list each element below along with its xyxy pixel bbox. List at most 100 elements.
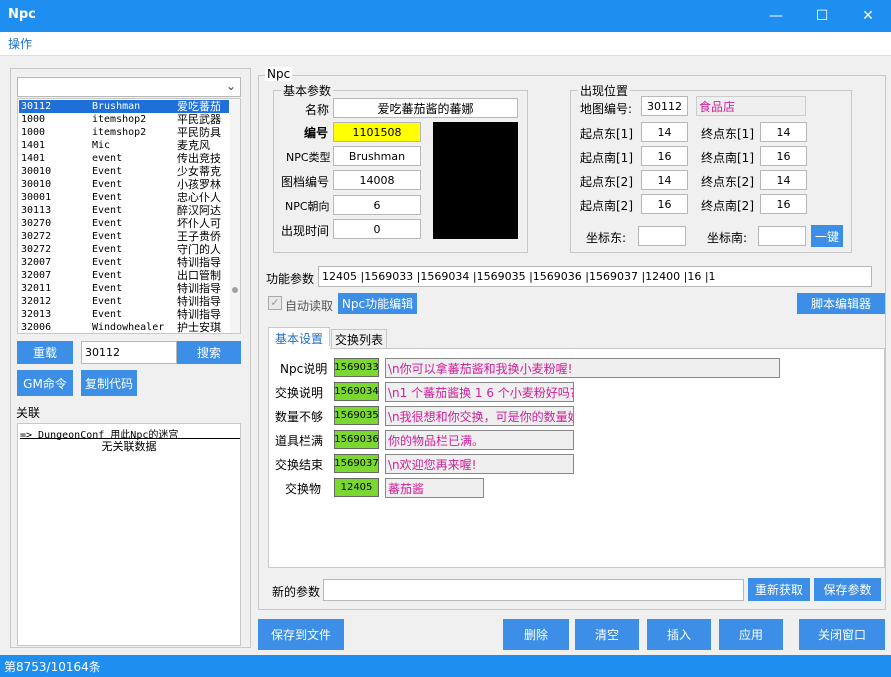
list-scrollbar[interactable] xyxy=(230,99,240,333)
list-cell-name: 护士安琪 xyxy=(177,321,221,334)
list-item[interactable]: 1000 itemshop2 平民防具 xyxy=(19,126,229,139)
time-field[interactable]: 0 xyxy=(333,219,421,239)
search-input[interactable]: 30112 xyxy=(81,341,177,364)
list-item[interactable]: 1401 event 传出竞技 xyxy=(19,152,229,165)
list-cell-type: Event xyxy=(92,283,123,294)
list-cell-id: 1000 xyxy=(21,127,46,138)
start-south-1-label: 起点南[1] xyxy=(580,151,633,165)
refetch-button[interactable]: 重新获取 xyxy=(748,578,810,601)
end-south-2-field[interactable]: 16 xyxy=(760,194,807,214)
menu-item-operation[interactable]: 操作 xyxy=(8,35,32,52)
list-item[interactable]: 1401 Mic 麦克风 xyxy=(19,139,229,152)
start-south-2-label: 起点南[2] xyxy=(580,199,633,213)
list-cell-type: Event xyxy=(92,205,123,216)
list-item[interactable]: 32012 Event 特训指导 xyxy=(19,295,229,308)
coord-south-field[interactable] xyxy=(758,226,806,246)
title-bar: Npc — ☐ ✕ xyxy=(0,0,891,32)
relation-label: 关联 xyxy=(16,406,41,420)
list-item[interactable]: 32011 Event 特训指导 xyxy=(19,282,229,295)
list-cell-type: Brushman xyxy=(92,101,141,112)
list-cell-name: 忠心仆人 xyxy=(177,191,221,204)
setting-code[interactable]: 1569034 xyxy=(334,382,379,401)
npc-func-edit-button[interactable]: Npc功能编辑 xyxy=(338,293,417,314)
list-item[interactable]: 32006 Windowhealer 护士安琪 xyxy=(19,321,229,334)
minimize-button[interactable]: — xyxy=(753,0,799,32)
apply-button[interactable]: 应用 xyxy=(719,619,783,650)
id-label: 编号 xyxy=(304,126,329,140)
start-east-1-field[interactable]: 14 xyxy=(641,122,688,142)
list-item[interactable]: 30270 Event 坏仆人可 xyxy=(19,217,229,230)
end-south-2-label: 终点南[2] xyxy=(701,199,754,213)
save-to-file-button[interactable]: 保存到文件 xyxy=(258,619,344,650)
file-field[interactable]: 14008 xyxy=(333,170,421,190)
filter-dropdown[interactable]: ⌄ xyxy=(17,77,241,97)
delete-button[interactable]: 删除 xyxy=(503,619,569,650)
list-item[interactable]: 30001 Event 忠心仆人 xyxy=(19,191,229,204)
list-cell-type: Windowhealer xyxy=(92,322,165,333)
clear-button[interactable]: 清空 xyxy=(575,619,639,650)
list-cell-name: 王子贵侨 xyxy=(177,230,221,243)
func-params-field[interactable]: 12405 |1569033 |1569034 |1569035 |156903… xyxy=(318,266,872,287)
tab-exchange-list[interactable]: 交换列表 xyxy=(331,329,387,349)
list-item[interactable]: 30112 Brushman 爱吃蕃茄 xyxy=(19,100,229,113)
list-cell-type: Event xyxy=(92,231,123,242)
save-params-button[interactable]: 保存参数 xyxy=(814,578,881,601)
auto-read-label: 自动读取 xyxy=(285,299,334,313)
list-item[interactable]: 1000 itemshop2 平民武器 xyxy=(19,113,229,126)
list-item[interactable]: 30010 Event 小孩罗林 xyxy=(19,178,229,191)
status-bar: 第8753/10164条 xyxy=(0,655,891,677)
setting-code[interactable]: 1569037 xyxy=(334,454,379,473)
id-field[interactable]: 1101508 xyxy=(333,122,421,142)
list-item[interactable]: 30113 Event 醉汉阿达 xyxy=(19,204,229,217)
name-field[interactable]: 爱吃蕃茄酱的蕃娜 xyxy=(333,98,518,118)
list-cell-name: 小孩罗林 xyxy=(177,178,221,191)
list-item[interactable]: 30010 Event 少女蒂克 xyxy=(19,165,229,178)
setting-label: 交换结束 xyxy=(275,458,324,472)
end-east-2-field[interactable]: 14 xyxy=(760,170,807,190)
gm-command-button[interactable]: GM命令 xyxy=(17,370,73,396)
new-params-field[interactable] xyxy=(323,579,744,601)
script-editor-button[interactable]: 脚本编辑器 xyxy=(797,293,885,314)
start-south-1-field[interactable]: 16 xyxy=(641,146,688,166)
copy-code-button[interactable]: 复制代码 xyxy=(81,370,137,396)
one-key-button[interactable]: 一键 xyxy=(811,225,843,247)
setting-text: \n我很想和你交换，可是你的数量好 xyxy=(385,406,574,426)
list-cell-id: 30010 xyxy=(21,166,52,177)
end-east-2-label: 终点东[2] xyxy=(701,175,754,189)
map-id-field[interactable]: 30112 xyxy=(641,96,688,116)
setting-label: 道具栏满 xyxy=(275,434,324,448)
reload-button[interactable]: 重载 xyxy=(17,341,73,364)
setting-code[interactable]: 1569036 xyxy=(334,430,379,449)
coord-south-label: 坐标南: xyxy=(707,231,748,245)
list-item[interactable]: 32007 Event 特训指导 xyxy=(19,256,229,269)
maximize-button[interactable]: ☐ xyxy=(799,0,845,32)
search-button[interactable]: 搜索 xyxy=(177,341,241,364)
list-cell-type: event xyxy=(92,153,123,164)
type-field[interactable]: Brushman xyxy=(333,146,421,166)
npc-list-rows: 30112 Brushman 爱吃蕃茄 1000 itemshop2 平民武器 1000 it… xyxy=(19,100,231,334)
setting-text: 蕃茄酱 xyxy=(385,478,484,498)
setting-text: 你的物品栏已满。 xyxy=(385,430,574,450)
setting-code[interactable]: 1569033 xyxy=(334,358,379,377)
coord-east-field[interactable] xyxy=(638,226,686,246)
list-item[interactable]: 30272 Event 王子贵侨 xyxy=(19,230,229,243)
auto-read-checkbox[interactable]: ✓ xyxy=(268,296,282,310)
npc-list[interactable]: 30112 Brushman 爱吃蕃茄 1000 itemshop2 平民武器 1000 it… xyxy=(17,98,241,334)
direction-field[interactable]: 6 xyxy=(333,195,421,215)
end-south-1-label: 终点南[1] xyxy=(701,151,754,165)
start-south-2-field[interactable]: 16 xyxy=(641,194,688,214)
list-item[interactable]: 32007 Event 出口管制 xyxy=(19,269,229,282)
close-window-action-button[interactable]: 关闭窗口 xyxy=(799,619,885,650)
setting-code[interactable]: 12405 xyxy=(334,478,379,497)
scroll-thumb[interactable] xyxy=(232,287,238,293)
setting-code[interactable]: 1569035 xyxy=(334,406,379,425)
list-item[interactable]: 30272 Event 守门的人 xyxy=(19,243,229,256)
list-item[interactable]: 32013 Event 特训指导 xyxy=(19,308,229,321)
name-label: 名称 xyxy=(305,103,330,117)
start-east-2-field[interactable]: 14 xyxy=(641,170,688,190)
end-south-1-field[interactable]: 16 xyxy=(760,146,807,166)
list-cell-name: 守门的人 xyxy=(177,243,221,256)
close-window-button[interactable]: ✕ xyxy=(845,0,891,32)
insert-button[interactable]: 插入 xyxy=(647,619,711,650)
end-east-1-field[interactable]: 14 xyxy=(760,122,807,142)
